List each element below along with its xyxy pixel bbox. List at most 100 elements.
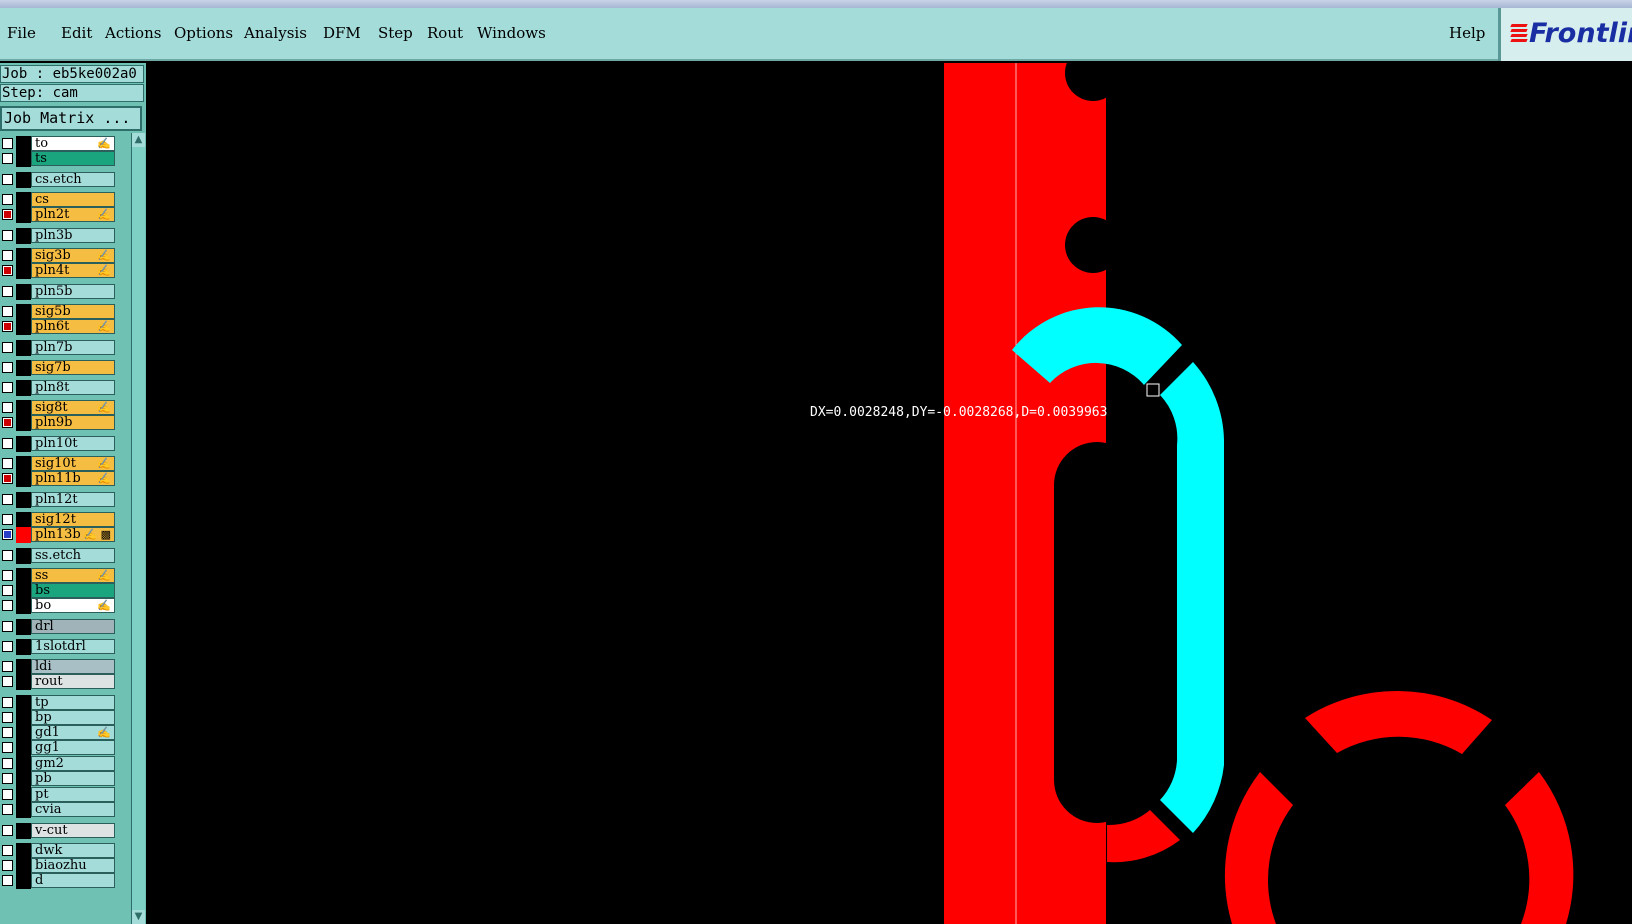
layer-name[interactable]: ss.etch <box>31 548 115 563</box>
scroll-down-icon[interactable]: ▼ <box>132 910 145 924</box>
layer-name[interactable]: pln6t ✍ <box>31 319 115 334</box>
layer-row[interactable]: bp <box>0 710 118 726</box>
layer-color-indicator[interactable] <box>16 823 31 839</box>
layer-checkbox[interactable] <box>2 789 13 800</box>
layer-checkbox[interactable] <box>2 661 13 672</box>
layer-name[interactable]: d <box>31 873 115 888</box>
layer-color-indicator[interactable] <box>16 568 31 584</box>
layer-color-indicator[interactable] <box>16 843 31 859</box>
layer-checkbox[interactable] <box>2 209 13 220</box>
layer-row[interactable]: cs.etch <box>0 172 118 188</box>
layer-row[interactable]: biaozhu <box>0 858 118 874</box>
layer-checkbox[interactable] <box>2 250 13 261</box>
layer-color-indicator[interactable] <box>16 710 31 726</box>
layer-color-indicator[interactable] <box>16 771 31 787</box>
layer-row[interactable]: ldi <box>0 659 118 675</box>
layer-name[interactable]: cs <box>31 192 115 207</box>
layer-name[interactable]: gd1 ✍ <box>31 725 115 740</box>
layer-color-indicator[interactable] <box>16 527 31 543</box>
layer-name[interactable]: pln5b <box>31 284 115 299</box>
menu-options[interactable]: Options <box>171 8 236 59</box>
layer-checkbox[interactable] <box>2 402 13 413</box>
layer-name[interactable]: pln11b ✍ <box>31 471 115 486</box>
layer-color-indicator[interactable] <box>16 172 31 188</box>
layer-row[interactable]: drl <box>0 619 118 635</box>
layer-color-indicator[interactable] <box>16 619 31 635</box>
layer-name[interactable]: biaozhu <box>31 858 115 873</box>
layer-name[interactable]: pln2t ✍ <box>31 207 115 222</box>
layer-checkbox[interactable] <box>2 804 13 815</box>
layer-color-indicator[interactable] <box>16 340 31 356</box>
layer-row[interactable]: pb <box>0 771 118 787</box>
scroll-up-icon[interactable]: ▲ <box>132 133 145 147</box>
layer-checkbox[interactable] <box>2 727 13 738</box>
layer-checkbox[interactable] <box>2 758 13 769</box>
layer-row[interactable]: gm2 <box>0 756 118 772</box>
layer-name[interactable]: bo ✍ <box>31 598 115 613</box>
highlighted-arc-right[interactable] <box>1160 362 1224 833</box>
layer-checkbox[interactable] <box>2 773 13 784</box>
layer-row[interactable]: dwk <box>0 843 118 859</box>
layer-checkbox[interactable] <box>2 194 13 205</box>
layer-row[interactable]: ts <box>0 151 118 167</box>
layer-row[interactable]: cvia <box>0 802 118 818</box>
layer-name[interactable]: ts <box>31 151 115 166</box>
layer-color-indicator[interactable] <box>16 548 31 564</box>
layer-checkbox[interactable] <box>2 265 13 276</box>
menu-edit[interactable]: Edit <box>58 8 95 59</box>
layer-name[interactable]: pb <box>31 771 115 786</box>
layer-name[interactable]: pln3b <box>31 228 115 243</box>
layer-color-indicator[interactable] <box>16 471 31 487</box>
layer-color-indicator[interactable] <box>16 436 31 452</box>
layer-color-indicator[interactable] <box>16 415 31 431</box>
menu-step[interactable]: Step <box>375 8 416 59</box>
layer-row[interactable]: pln5b <box>0 284 118 300</box>
layer-name[interactable]: sig8t ✍ <box>31 400 115 415</box>
layer-row[interactable]: pln10t <box>0 436 118 452</box>
menu-file[interactable]: File <box>4 8 39 59</box>
layer-checkbox[interactable] <box>2 514 13 525</box>
layer-checkbox[interactable] <box>2 742 13 753</box>
layer-checkbox[interactable] <box>2 825 13 836</box>
board-graphics[interactable] <box>146 63 1632 924</box>
layer-color-indicator[interactable] <box>16 858 31 874</box>
layer-name[interactable]: dwk <box>31 843 115 858</box>
layer-name[interactable]: tp <box>31 695 115 710</box>
layer-color-indicator[interactable] <box>16 583 31 599</box>
layer-color-indicator[interactable] <box>16 263 31 279</box>
layer-color-indicator[interactable] <box>16 695 31 711</box>
layer-row[interactable]: rout <box>0 674 118 690</box>
layer-color-indicator[interactable] <box>16 319 31 335</box>
layer-color-indicator[interactable] <box>16 740 31 756</box>
layer-color-indicator[interactable] <box>16 456 31 472</box>
layer-color-indicator[interactable] <box>16 380 31 396</box>
layer-checkbox[interactable] <box>2 570 13 581</box>
layer-row[interactable]: sig5b <box>0 304 118 320</box>
layer-row[interactable]: pln8t <box>0 380 118 396</box>
layer-name[interactable]: to ✍ <box>31 136 115 151</box>
layer-name[interactable]: pln10t <box>31 436 115 451</box>
layer-checkbox[interactable] <box>2 494 13 505</box>
menu-rout[interactable]: Rout <box>424 8 466 59</box>
layer-row[interactable]: pln3b <box>0 228 118 244</box>
layer-name[interactable]: cs.etch <box>31 172 115 187</box>
menu-dfm[interactable]: DFM <box>320 8 364 59</box>
layer-checkbox[interactable] <box>2 860 13 871</box>
menu-analysis[interactable]: Analysis <box>241 8 310 59</box>
layer-checkbox[interactable] <box>2 550 13 561</box>
layer-name[interactable]: bs <box>31 583 115 598</box>
layer-row[interactable]: sig3b ✍ <box>0 248 118 264</box>
layer-name[interactable]: pln12t <box>31 492 115 507</box>
layer-row[interactable]: ss ✍ <box>0 568 118 584</box>
layer-color-indicator[interactable] <box>16 674 31 690</box>
layer-color-indicator[interactable] <box>16 725 31 741</box>
layer-row[interactable]: d <box>0 873 118 889</box>
layer-checkbox[interactable] <box>2 697 13 708</box>
layer-name[interactable]: bp <box>31 710 115 725</box>
layer-name[interactable]: sig10t ✍ <box>31 456 115 471</box>
layer-row[interactable]: pln7b <box>0 340 118 356</box>
layer-row[interactable]: sig8t ✍ <box>0 400 118 416</box>
layer-color-indicator[interactable] <box>16 136 31 152</box>
layer-row[interactable]: gg1 <box>0 740 118 756</box>
layer-row[interactable]: bs <box>0 583 118 599</box>
